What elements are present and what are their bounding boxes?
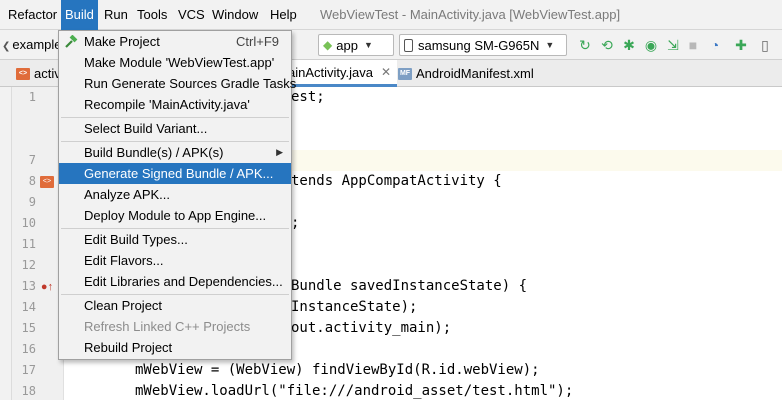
menu-item-select-build-variant[interactable]: Select Build Variant... bbox=[59, 118, 291, 139]
run-config-label: app bbox=[336, 37, 358, 53]
code-text: mWebView = (WebView) findViewById(R.id.w… bbox=[135, 362, 540, 378]
menu-item-label: Recompile 'MainActivity.java' bbox=[84, 97, 250, 112]
menu-bar: Refactor Build Run Tools VCS Window Help… bbox=[0, 0, 782, 30]
chevron-down-icon: ▼ bbox=[363, 40, 373, 50]
chevron-left-icon: ❮ bbox=[2, 41, 11, 52]
shortcut-label: Ctrl+F9 bbox=[236, 34, 279, 49]
menu-refactor[interactable]: Refactor bbox=[4, 0, 61, 30]
profile-icon[interactable]: ◉ bbox=[642, 36, 660, 54]
hammer-icon bbox=[65, 35, 78, 48]
menu-item-edit-libraries[interactable]: Edit Libraries and Dependencies... bbox=[59, 271, 291, 292]
line-gutter: 1 7 8 9 10 11 12 13 14 15 16 17 18 <> ●↑ bbox=[12, 87, 64, 400]
code-line: mWebView.loadUrl("file:///android_asset/… bbox=[65, 381, 782, 400]
line-number: 7 bbox=[28, 153, 36, 167]
stop-icon[interactable]: ■ bbox=[684, 36, 702, 54]
phone-icon bbox=[404, 38, 413, 52]
tab-activity-layout[interactable]: <> activ bbox=[16, 60, 61, 87]
tab-label: AndroidManifest.xml bbox=[416, 66, 534, 81]
attach-debugger-icon[interactable]: ⇲ bbox=[664, 36, 682, 54]
code-line: mWebView = (WebView) findViewById(R.id.w… bbox=[65, 360, 782, 381]
sync-icon[interactable]: ◔ bbox=[706, 36, 724, 54]
menu-item-deploy-module[interactable]: Deploy Module to App Engine... bbox=[59, 205, 291, 226]
menu-item-label: Edit Libraries and Dependencies... bbox=[84, 274, 283, 289]
debug-icon[interactable]: ✱ bbox=[620, 36, 638, 54]
device-label: samsung SM-G965N bbox=[418, 37, 540, 53]
menu-item-build-bundle-apk[interactable]: Build Bundle(s) / APK(s) ▶ bbox=[59, 142, 291, 163]
avd-manager-icon[interactable]: ▯ bbox=[756, 36, 774, 54]
device-combo[interactable]: samsung SM-G965N ▼ bbox=[399, 34, 567, 56]
code-text: mWebView.loadUrl("file:///android_asset/… bbox=[135, 383, 574, 399]
line-number: 13 bbox=[21, 279, 36, 293]
menu-item-label: Deploy Module to App Engine... bbox=[84, 208, 267, 223]
line-number: 1 bbox=[28, 90, 36, 104]
tab-main-activity[interactable]: ainActivity.java ✕ bbox=[280, 59, 398, 87]
apply-changes-icon[interactable]: ↻ bbox=[576, 36, 594, 54]
gradle-sync-icon[interactable]: ✚ bbox=[732, 36, 750, 54]
tab-label: ainActivity.java bbox=[288, 64, 374, 80]
menu-item-run-generate-sources[interactable]: Run Generate Sources Gradle Tasks bbox=[59, 73, 296, 94]
line-number: 14 bbox=[21, 300, 36, 314]
line-number: 18 bbox=[21, 384, 36, 398]
menu-help[interactable]: Help bbox=[266, 0, 301, 30]
android-icon: ◆ bbox=[323, 38, 333, 52]
menu-item-label: Make Module 'WebViewTest.app' bbox=[84, 55, 275, 70]
menu-item-label: Select Build Variant... bbox=[84, 121, 208, 136]
override-icon[interactable]: ●↑ bbox=[40, 281, 54, 293]
tab-android-manifest[interactable]: MF AndroidManifest.xml bbox=[398, 60, 534, 87]
apply-code-changes-icon[interactable]: ⟲ bbox=[598, 36, 616, 54]
menu-vcs[interactable]: VCS bbox=[174, 0, 209, 30]
menu-item-label: Analyze APK... bbox=[84, 187, 170, 202]
line-number: 8 bbox=[28, 174, 36, 188]
xml-layout-icon: <> bbox=[16, 67, 30, 80]
menu-item-label: Clean Project bbox=[84, 298, 163, 313]
chevron-down-icon: ▼ bbox=[545, 40, 555, 50]
breadcrumb-label: example bbox=[12, 37, 62, 52]
menu-item-recompile[interactable]: Recompile 'MainActivity.java' bbox=[59, 94, 291, 115]
breadcrumb[interactable]: ❮ example bbox=[0, 30, 62, 60]
menu-item-make-module[interactable]: Make Module 'WebViewTest.app' bbox=[59, 52, 291, 73]
menu-item-make-project[interactable]: Make Project Ctrl+F9 bbox=[59, 31, 291, 52]
line-number: 9 bbox=[28, 195, 36, 209]
submenu-arrow-icon: ▶ bbox=[276, 147, 283, 157]
menu-item-generate-signed-bundle[interactable]: Generate Signed Bundle / APK... bbox=[59, 163, 291, 184]
tab-label: activ bbox=[34, 66, 61, 81]
menu-item-label: Generate Signed Bundle / APK... bbox=[84, 166, 274, 181]
menu-item-refresh-linked-cpp: Refresh Linked C++ Projects bbox=[59, 316, 291, 337]
menu-window[interactable]: Window bbox=[208, 0, 262, 30]
menu-item-edit-flavors[interactable]: Edit Flavors... bbox=[59, 250, 291, 271]
menu-item-clean-project[interactable]: Clean Project bbox=[59, 295, 291, 316]
line-number: 16 bbox=[21, 342, 36, 356]
menu-run[interactable]: Run bbox=[100, 0, 132, 30]
structure-strip bbox=[0, 87, 12, 400]
menu-item-analyze-apk[interactable]: Analyze APK... bbox=[59, 184, 291, 205]
menu-item-edit-build-types[interactable]: Edit Build Types... bbox=[59, 229, 291, 250]
line-number: 11 bbox=[21, 237, 36, 251]
menu-item-label: Build Bundle(s) / APK(s) bbox=[84, 145, 224, 160]
menu-item-label: Edit Flavors... bbox=[84, 253, 164, 268]
run-config-combo[interactable]: ◆ app ▼ bbox=[318, 34, 394, 56]
menu-item-rebuild-project[interactable]: Rebuild Project bbox=[59, 337, 291, 358]
layout-file-icon[interactable]: <> bbox=[40, 176, 54, 188]
menu-item-label: Refresh Linked C++ Projects bbox=[84, 319, 251, 334]
menu-tools[interactable]: Tools bbox=[133, 0, 171, 30]
menu-build[interactable]: Build bbox=[61, 0, 98, 30]
manifest-icon: MF bbox=[398, 67, 412, 80]
menu-item-label: Edit Build Types... bbox=[84, 232, 188, 247]
menu-item-label: Rebuild Project bbox=[84, 340, 173, 355]
close-icon[interactable]: ✕ bbox=[381, 59, 391, 86]
line-number: 12 bbox=[21, 258, 36, 272]
line-number: 17 bbox=[21, 363, 36, 377]
line-number: 15 bbox=[21, 321, 36, 335]
window-title: WebViewTest - MainActivity.java [WebView… bbox=[320, 7, 621, 22]
menu-item-label: Run Generate Sources Gradle Tasks bbox=[84, 76, 297, 91]
line-number: 10 bbox=[21, 216, 36, 230]
build-menu-dropdown: Make Project Ctrl+F9 Make Module 'WebVie… bbox=[58, 30, 296, 360]
menu-item-label: Make Project bbox=[84, 34, 160, 49]
